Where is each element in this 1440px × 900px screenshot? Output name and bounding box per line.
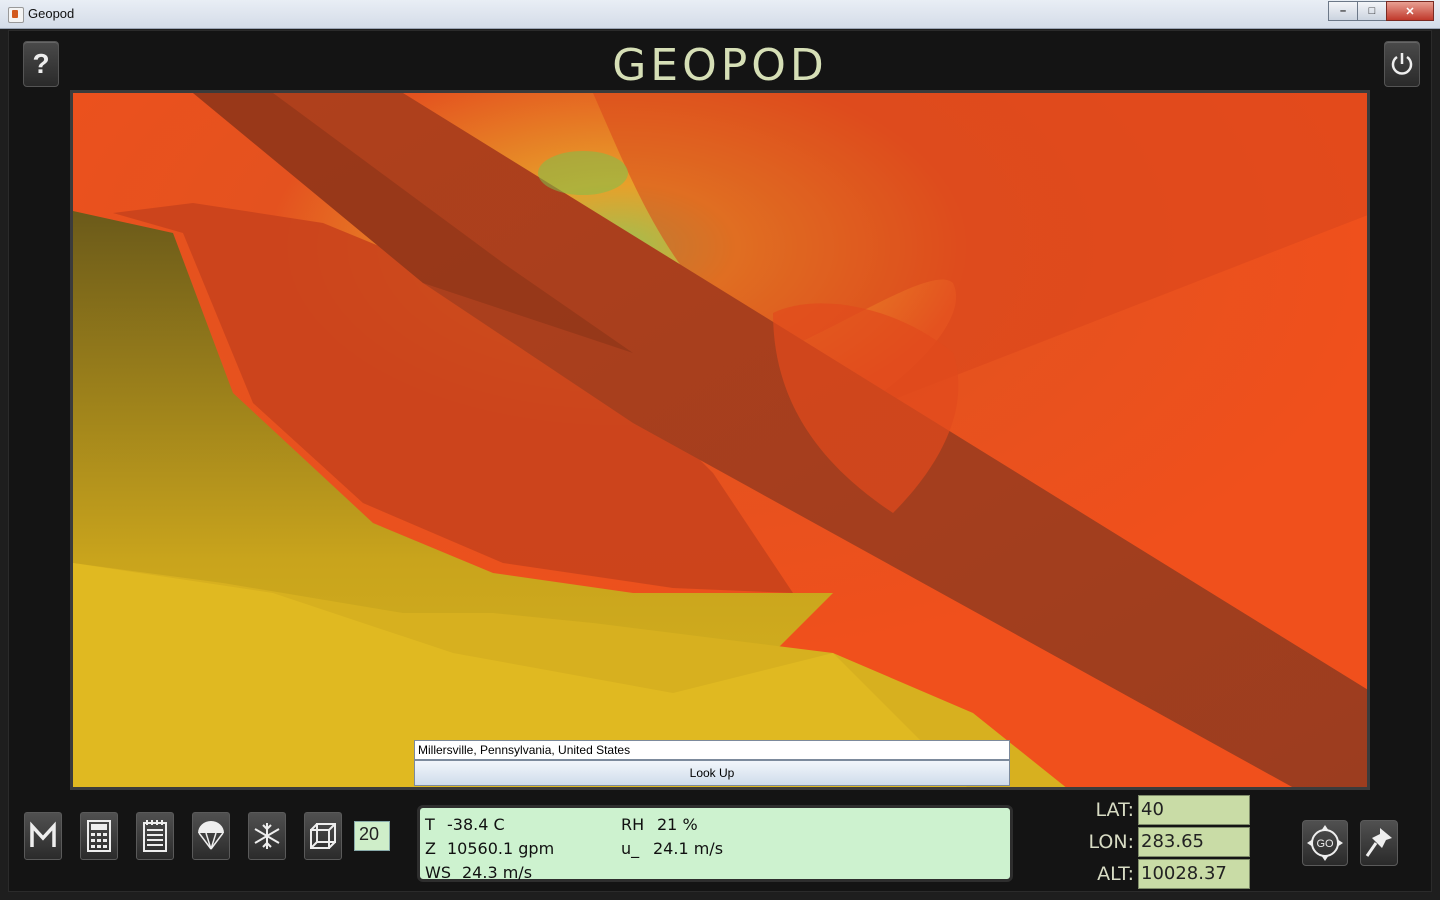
data-readout-panel: T -38.4 C RH 21 % Z 10560.1 gpm u_ 24.1 … bbox=[417, 805, 1013, 882]
lon-field[interactable]: 283.65 bbox=[1138, 827, 1250, 857]
parachute-button[interactable] bbox=[192, 812, 230, 860]
step-size-field[interactable]: 20 bbox=[354, 821, 390, 851]
isosurface-render bbox=[73, 93, 1367, 787]
go-button[interactable]: GO bbox=[1302, 820, 1348, 866]
u-wind-value: 24.1 m/s bbox=[653, 839, 724, 858]
window-title: Geopod bbox=[28, 6, 75, 21]
3d-viewport[interactable] bbox=[70, 90, 1370, 790]
rh-label: RH bbox=[621, 815, 645, 834]
window-controls: – □ ✕ bbox=[1328, 1, 1434, 21]
close-button[interactable]: ✕ bbox=[1386, 1, 1434, 21]
temperature-label: T bbox=[425, 815, 435, 834]
temperature-value: -38.4 C bbox=[447, 815, 505, 834]
menu-m-button[interactable] bbox=[24, 812, 62, 860]
notepad-icon bbox=[143, 820, 167, 852]
m-icon bbox=[30, 821, 56, 847]
go-icon: GO bbox=[1307, 825, 1343, 861]
go-label: GO bbox=[1316, 838, 1334, 850]
java-app-icon bbox=[8, 7, 24, 23]
notepad-button[interactable] bbox=[136, 812, 174, 860]
lat-label: LAT: bbox=[1095, 799, 1134, 821]
calculator-icon bbox=[87, 820, 111, 852]
snowflake-icon bbox=[254, 823, 280, 849]
power-button[interactable] bbox=[1384, 41, 1420, 87]
location-search-input[interactable] bbox=[414, 740, 1010, 760]
pushpin-button[interactable] bbox=[1360, 820, 1398, 866]
u-wind-label: u_ bbox=[621, 839, 640, 858]
look-up-button[interactable]: Look Up bbox=[414, 760, 1010, 786]
parachute-icon bbox=[198, 821, 224, 850]
help-button[interactable]: ? bbox=[23, 41, 59, 87]
pushpin-icon bbox=[1365, 828, 1392, 857]
lat-field[interactable]: 40 bbox=[1138, 795, 1250, 825]
alt-field[interactable]: 10028.37 bbox=[1138, 859, 1250, 889]
snowflake-button[interactable] bbox=[248, 812, 286, 860]
geopotential-value: 10560.1 gpm bbox=[447, 839, 555, 858]
geopotential-label: Z bbox=[425, 839, 436, 858]
power-icon bbox=[1391, 53, 1413, 75]
alt-label: ALT: bbox=[1097, 863, 1134, 885]
wind-speed-value: 24.3 m/s bbox=[462, 863, 533, 882]
calculator-button[interactable] bbox=[80, 812, 118, 860]
wind-speed-label: WS bbox=[425, 863, 451, 882]
app-logo: GEOPOD bbox=[612, 40, 828, 91]
rh-value: 21 % bbox=[657, 815, 698, 834]
location-lookup: Look Up bbox=[414, 740, 1010, 786]
cube-icon bbox=[310, 823, 336, 849]
cube-button[interactable] bbox=[304, 812, 342, 860]
title-bar: Geopod – □ ✕ bbox=[0, 0, 1440, 29]
question-icon: ? bbox=[32, 48, 50, 79]
lon-label: LON: bbox=[1088, 831, 1134, 853]
maximize-button[interactable]: □ bbox=[1357, 1, 1387, 21]
minimize-button[interactable]: – bbox=[1328, 1, 1358, 21]
